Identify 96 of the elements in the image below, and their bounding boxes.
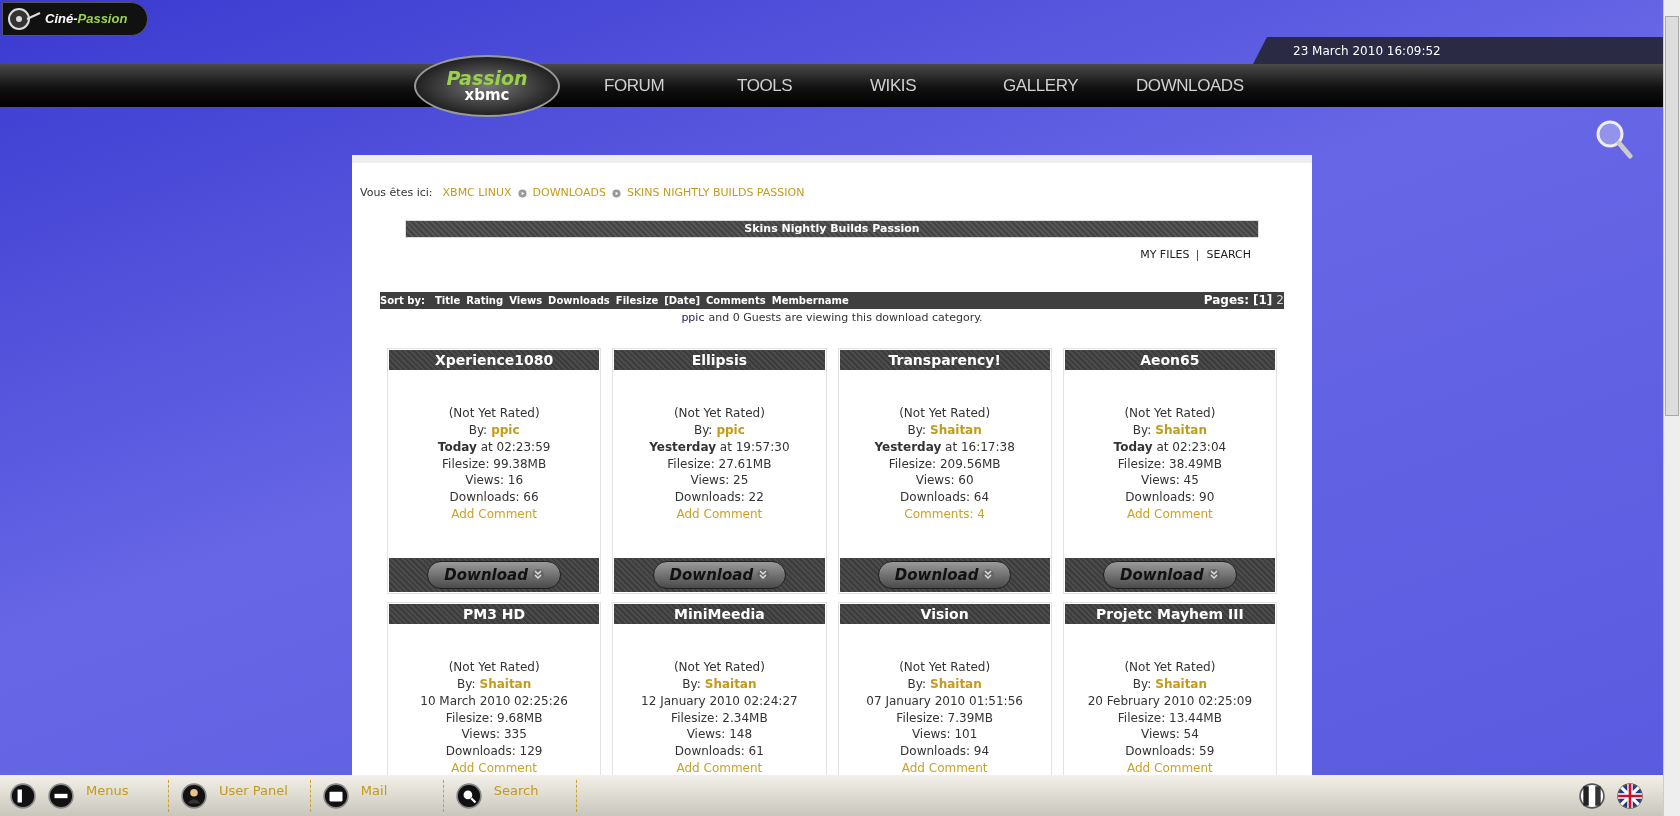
menus-icon[interactable] [48, 782, 74, 809]
passion-xbmc-logo[interactable]: Passion xbmc [414, 54, 560, 117]
rating-text: (Not Yet Rated) [673, 659, 765, 676]
downloads-text: Downloads: 94 [900, 743, 990, 760]
filesize-text: Filesize: 7.39MB [896, 709, 993, 727]
sort-option[interactable]: [Date] [664, 292, 700, 308]
by-label: By: [1132, 422, 1152, 439]
breadcrumb-label: Vous êtes ici: [360, 185, 433, 201]
views-text: Views: 54 [1140, 726, 1199, 744]
date-text: Today at 02:23:59 [437, 438, 551, 456]
downloads-text: Downloads: 22 [674, 489, 764, 506]
viewers-text: and 0 Guests are viewing this download category. [708, 309, 983, 326]
rating-text: (Not Yet Rated) [899, 405, 991, 422]
rating-text: (Not Yet Rated) [448, 659, 540, 676]
views-text: Views: 25 [690, 472, 749, 490]
filesize-text: Filesize: 99.38MB [442, 455, 547, 473]
file-title[interactable]: Vision [839, 604, 1050, 624]
uk-flag-icon[interactable] [1617, 782, 1643, 809]
downloads-text: Downloads: 90 [1125, 489, 1215, 506]
by-label: By: [693, 422, 713, 439]
filesize-text: Filesize: 2.34MB [671, 709, 768, 727]
downloads-text: Downloads: 64 [900, 489, 990, 506]
file-title[interactable]: Projetc Mayhem III [1064, 604, 1275, 624]
site-logo[interactable]: Ciné-Passion [2, 2, 148, 36]
downloads-text: Downloads: 61 [674, 743, 764, 760]
by-label: By: [456, 676, 476, 693]
date-text: 07 January 2010 01:51:56 [866, 692, 1023, 710]
by-label: By: [907, 676, 926, 693]
sort-option[interactable]: Title [434, 292, 461, 308]
filesize-text: Filesize: 27.61MB [667, 455, 772, 473]
sort-option[interactable]: Membername [771, 292, 849, 308]
views-text: Views: 101 [911, 726, 978, 744]
download-button[interactable]: Download [877, 561, 1012, 589]
rating-text: (Not Yet Rated) [1124, 659, 1216, 676]
nav-link[interactable]: TOOLS [737, 72, 870, 99]
by-label: By: [907, 422, 926, 439]
filesize-text: Filesize: 9.68MB [445, 709, 543, 727]
rating-text: (Not Yet Rated) [448, 405, 540, 422]
filesize-text: Filesize: 38.49MB [1117, 455, 1222, 473]
search-icon[interactable] [455, 782, 482, 809]
file-title[interactable]: PM3 HD [389, 604, 600, 624]
film-reel-icon [7, 5, 41, 33]
file-title[interactable]: Transparency! [839, 350, 1050, 370]
file-title[interactable]: Xperience1080 [389, 350, 600, 370]
nav-link[interactable]: DOWNLOADS [1136, 72, 1269, 99]
nav-link[interactable]: FORUM [604, 72, 737, 99]
nav-link[interactable]: WIKIS [870, 72, 1003, 99]
page-link[interactable]: [1] [1253, 291, 1273, 309]
pages-label: Pages: [1203, 292, 1250, 309]
double-chevron-icon [531, 568, 544, 582]
header-link[interactable]: SEARCH [1206, 247, 1251, 264]
file-title[interactable]: Aeon65 [1064, 350, 1275, 370]
downloads-text: Downloads: 66 [449, 489, 539, 506]
download-button[interactable]: Download [652, 561, 787, 589]
views-text: Views: 60 [915, 472, 974, 490]
rating-text: (Not Yet Rated) [1124, 405, 1216, 422]
download-button[interactable]: Download [1103, 561, 1237, 589]
by-label: By: [682, 676, 701, 693]
date-text: Yesterday at 16:17:38 [874, 438, 1015, 456]
sort-label: Sort by: [380, 293, 425, 308]
double-chevron-icon [1207, 568, 1220, 582]
nav-link[interactable]: GALLERY [1003, 72, 1136, 99]
viewer-link[interactable]: ppic [681, 309, 705, 326]
views-text: Views: 16 [465, 472, 524, 490]
rating-text: (Not Yet Rated) [899, 659, 991, 676]
header-link[interactable]: MY FILES [1140, 247, 1190, 264]
sort-option[interactable]: Filesize [615, 292, 659, 308]
views-text: Views: 45 [1140, 472, 1199, 490]
rating-text: (Not Yet Rated) [673, 405, 765, 422]
filesize-text: Filesize: 13.44MB [1117, 709, 1222, 727]
sort-option[interactable]: Downloads [548, 292, 610, 308]
page-link[interactable]: 2 [1276, 291, 1284, 309]
date-text: 20 February 2010 02:25:09 [1087, 692, 1253, 710]
date-text: 10 March 2010 02:25:26 [420, 692, 568, 710]
by-label: By: [1132, 676, 1152, 693]
by-label: By: [468, 422, 488, 439]
sort-option[interactable]: Comments [706, 292, 766, 308]
views-text: Views: 335 [461, 726, 527, 744]
views-text: Views: 148 [686, 726, 753, 744]
sort-option[interactable]: Views [509, 292, 543, 308]
download-button[interactable]: Download [427, 561, 561, 589]
user-icon[interactable] [181, 782, 207, 809]
file-title[interactable]: Ellipsis [614, 350, 825, 370]
double-chevron-icon [757, 568, 770, 582]
file-title[interactable]: MiniMeedia [614, 604, 825, 624]
date-text: Today at 02:23:04 [1113, 438, 1227, 456]
category-header: Skins Nightly Builds Passion [405, 219, 1259, 238]
filesize-text: Filesize: 209.56MB [888, 455, 1001, 473]
double-chevron-icon [982, 568, 995, 582]
downloads-text: Downloads: 59 [1125, 743, 1215, 760]
mail-icon[interactable] [322, 782, 349, 809]
date-text: Yesterday at 19:57:30 [649, 438, 790, 456]
downloads-text: Downloads: 129 [445, 743, 543, 760]
sort-option[interactable]: Rating [466, 292, 504, 308]
date-text: 12 January 2010 02:24:27 [641, 692, 798, 710]
flag-icon[interactable] [1579, 782, 1605, 809]
